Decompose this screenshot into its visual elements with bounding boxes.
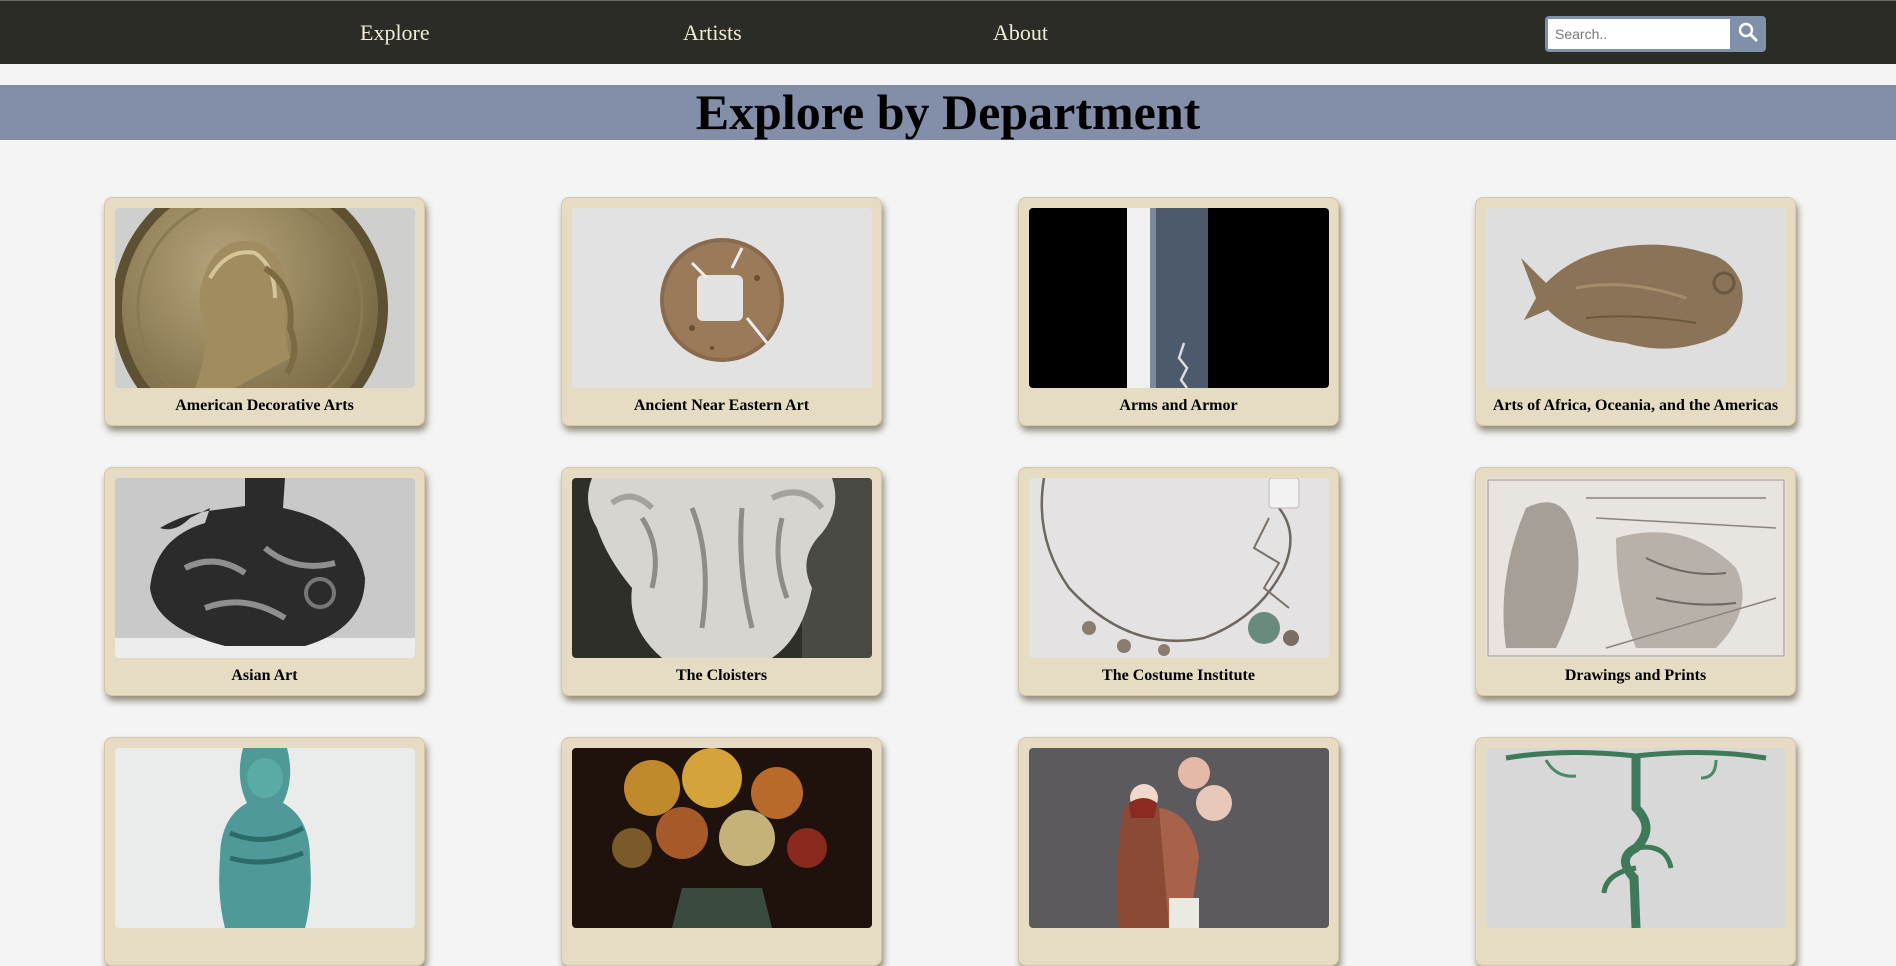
department-card[interactable]: Asian Art (104, 467, 425, 696)
department-card[interactable] (1018, 737, 1339, 966)
department-image-porcelain-figure (1029, 748, 1329, 928)
nav-artists-link[interactable]: Artists (683, 20, 742, 46)
department-card[interactable]: Arts of Africa, Oceania, and the America… (1475, 197, 1796, 426)
department-label: The Costume Institute (1102, 667, 1255, 684)
department-card[interactable] (104, 737, 425, 966)
department-image-stone-capital (572, 478, 872, 658)
department-label: Arms and Armor (1119, 397, 1238, 414)
department-image-necklace (1029, 478, 1329, 658)
page-title: Explore by Department (695, 84, 1201, 140)
department-card[interactable]: American Decorative Arts (104, 197, 425, 426)
search-box (1545, 16, 1766, 52)
department-card[interactable]: The Costume Institute (1018, 467, 1339, 696)
department-image-fish-pendant (1486, 208, 1786, 388)
search-input[interactable] (1548, 19, 1730, 49)
department-label: Arts of Africa, Oceania, and the America… (1492, 397, 1779, 414)
department-image-franklin-medal (115, 208, 415, 388)
department-card[interactable]: Arms and Armor (1018, 197, 1339, 426)
department-label: The Cloisters (675, 667, 768, 684)
department-label: Drawings and Prints (1564, 667, 1707, 684)
nav-about-link[interactable]: About (993, 20, 1048, 46)
department-card[interactable]: Ancient Near Eastern Art (561, 197, 882, 426)
department-label: Asian Art (231, 667, 298, 684)
search-button[interactable] (1733, 19, 1763, 49)
nav-explore-link[interactable]: Explore (360, 20, 430, 46)
department-card[interactable]: The Cloisters (561, 467, 882, 696)
department-image-flower-still-life (572, 748, 872, 928)
department-card[interactable] (1475, 737, 1796, 966)
department-image-ceramic-ewer (115, 478, 415, 658)
department-label: American Decorative Arts (175, 397, 354, 414)
department-card[interactable] (561, 737, 882, 966)
department-image-bronze-coin (572, 208, 872, 388)
department-image-faience-shabti (115, 748, 415, 928)
department-image-etching (1486, 478, 1786, 658)
page-banner: Explore by Department (0, 85, 1896, 140)
department-image-bronze-stand (1486, 748, 1786, 928)
search-icon (1738, 22, 1758, 47)
department-label: Ancient Near Eastern Art (633, 397, 810, 414)
top-navbar: Explore Artists About (0, 0, 1896, 64)
department-card[interactable]: Drawings and Prints (1475, 467, 1796, 696)
department-image-blade (1029, 208, 1329, 388)
